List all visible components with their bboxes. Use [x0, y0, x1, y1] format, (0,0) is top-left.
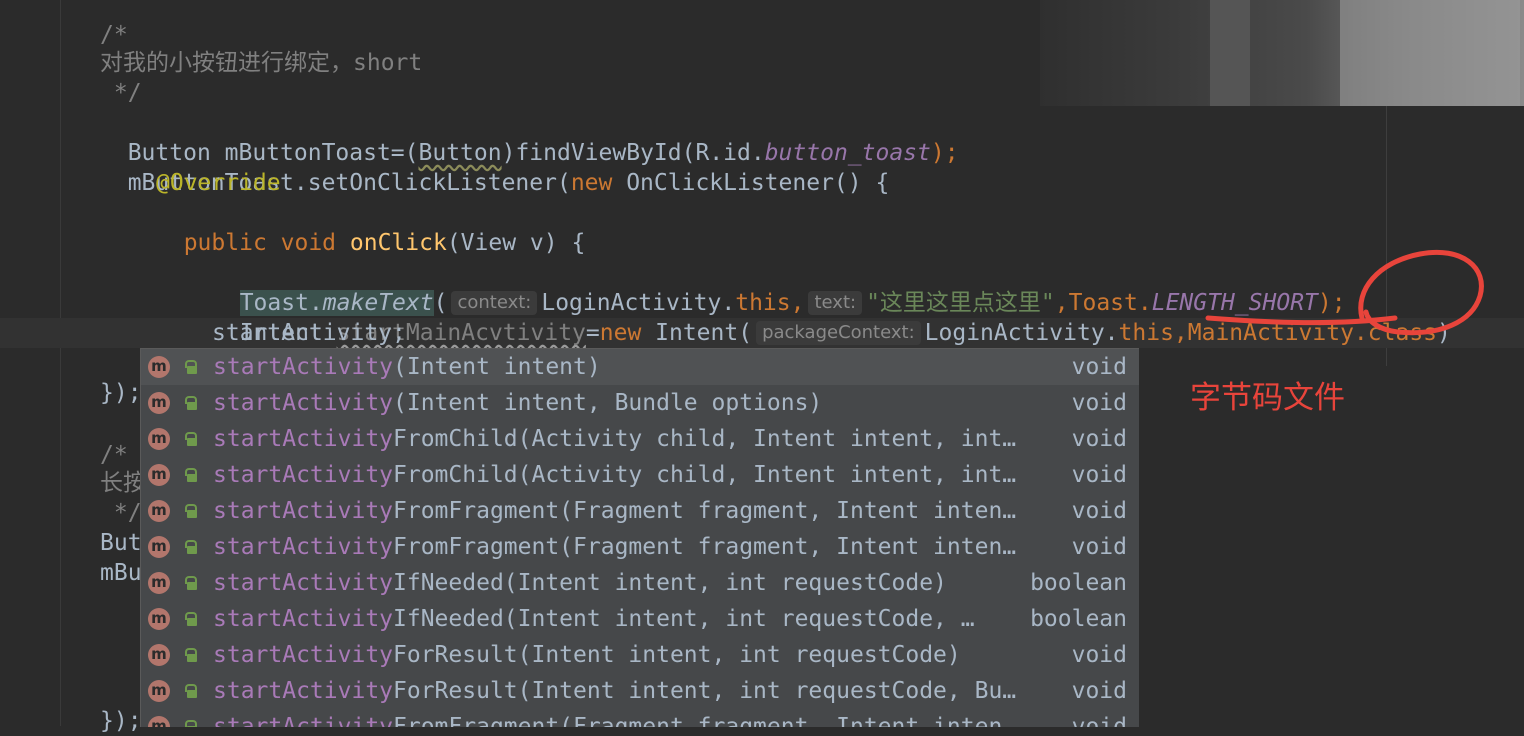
red-annotation-text: 字节码文件	[1190, 380, 1345, 416]
red-annotation-marks	[1205, 249, 1484, 336]
